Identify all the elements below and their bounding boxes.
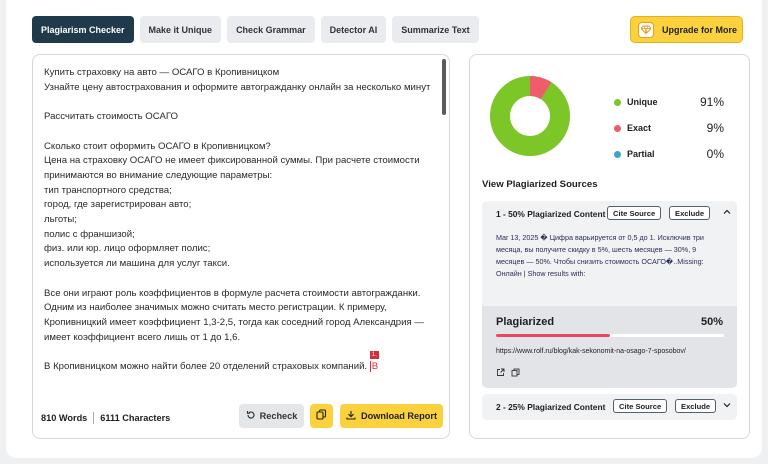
exclude-button[interactable]: Exclude (669, 206, 711, 220)
counts-divider (93, 412, 95, 424)
tab-summarize-text[interactable]: Summarize Text (392, 16, 479, 43)
copy-icon (316, 407, 327, 425)
legend-label: Exact (627, 123, 652, 133)
sources-heading: View Plagiarized Sources (482, 179, 598, 190)
download-report-button[interactable]: Download Report (340, 404, 443, 428)
score-legend: Unique 91% Exact 9% Partial 0% (614, 89, 724, 167)
source-actions (496, 364, 723, 382)
plagiarized-summary: Plagiarized 50% https://www.rolf.ru/blog… (482, 306, 737, 388)
source-title: 2 - 25% Plagiarized Content (496, 401, 606, 412)
gem-icon (638, 21, 654, 38)
plagiarized-bar (496, 334, 724, 337)
source-title: 1 - 50% Plagiarized Content (496, 208, 606, 219)
text-editor[interactable]: Купить страховку на авто — ОСАГО в Кропи… (32, 54, 450, 439)
text-counts: 810 Words 6111 Characters (41, 412, 170, 424)
character-count: 6111 Characters (100, 413, 171, 423)
cite-source-button[interactable]: Cite Source (613, 399, 668, 413)
plagiarized-value: 50% (700, 316, 723, 328)
download-label: Download Report (360, 411, 438, 421)
download-icon (346, 410, 356, 422)
text-cursor: 1. В (369, 351, 379, 373)
editor-last-line: В Кропивницком можно найти более 20 отде… (44, 361, 368, 373)
word-count: 810 Words (41, 413, 88, 423)
tab-check-grammar[interactable]: Check Grammar (227, 16, 315, 43)
tab-detector-ai[interactable]: Detector AI (320, 16, 387, 43)
source-header[interactable]: 1 - 50% Plagiarized Content Cite Source … (482, 201, 737, 226)
recheck-button[interactable]: Recheck (239, 404, 304, 428)
exclude-button[interactable]: Exclude (675, 399, 717, 413)
external-link-icon[interactable] (496, 364, 505, 382)
source-url[interactable]: https://www.rolf.ru/blog/kak-sekonomit-n… (496, 348, 723, 355)
upgrade-button[interactable]: Upgrade for More (630, 16, 743, 43)
chevron-up-icon[interactable] (722, 207, 732, 219)
partial-dot (614, 150, 621, 158)
chevron-down-icon[interactable] (722, 400, 732, 412)
partial-value: 0% (706, 147, 724, 161)
copy-icon[interactable] (511, 364, 520, 382)
source-card-2: 2 - 25% Plagiarized Content Cite Source … (482, 394, 737, 420)
cite-source-button[interactable]: Cite Source (607, 206, 662, 220)
recheck-label: Recheck (259, 411, 298, 421)
plagiarized-label: Plagiarized (496, 316, 555, 328)
editor-paragraph: Рассчитать стоимость ОСАГО (44, 111, 178, 123)
copy-button[interactable] (310, 404, 333, 428)
upgrade-label: Upgrade for More (662, 24, 738, 35)
legend-label: Partial (627, 149, 655, 159)
editor-paragraph: Все они играют роль коэффициентов в форм… (44, 287, 427, 343)
legend-exact: Exact 9% (614, 115, 724, 141)
tool-tabs: Plagiarism Checker Make it Unique Check … (32, 16, 479, 43)
tab-plagiarism-checker[interactable]: Plagiarism Checker (32, 16, 134, 43)
exact-value: 9% (706, 121, 724, 135)
refresh-icon (246, 410, 256, 422)
source-snippet: Mar 13, 2025 � Цифра варьируется от 0,5 … (496, 233, 704, 278)
tab-make-it-unique[interactable]: Make it Unique (139, 16, 222, 43)
source-header[interactable]: 2 - 25% Plagiarized Content Cite Source … (482, 394, 737, 419)
app-window: Plagiarism Checker Make it Unique Check … (6, 0, 762, 458)
cursor-char: В (371, 361, 379, 373)
legend-unique: Unique 91% (614, 89, 724, 115)
unique-value: 91% (699, 95, 724, 109)
source-card-1: 1 - 50% Plagiarized Content Cite Source … (482, 201, 737, 388)
plagiarized-bar-fill (496, 334, 610, 337)
editor-paragraph: Купить страховку на авто — ОСАГО в Кропи… (44, 67, 431, 93)
editor-scrollbar[interactable] (442, 59, 446, 115)
exact-dot (614, 124, 621, 132)
editor-content[interactable]: Купить страховку на авто — ОСАГО в Кропи… (44, 66, 436, 396)
editor-paragraph: Сколько стоит оформить ОСАГО в Кропивниц… (44, 140, 420, 270)
cursor-flag: 1. (369, 351, 379, 360)
legend-label: Unique (627, 97, 658, 107)
unique-dot (614, 98, 621, 106)
legend-partial: Partial 0% (614, 141, 724, 167)
uniqueness-donut-chart (490, 76, 570, 156)
results-panel: Unique 91% Exact 9% Partial 0% View Plag… (469, 54, 750, 439)
